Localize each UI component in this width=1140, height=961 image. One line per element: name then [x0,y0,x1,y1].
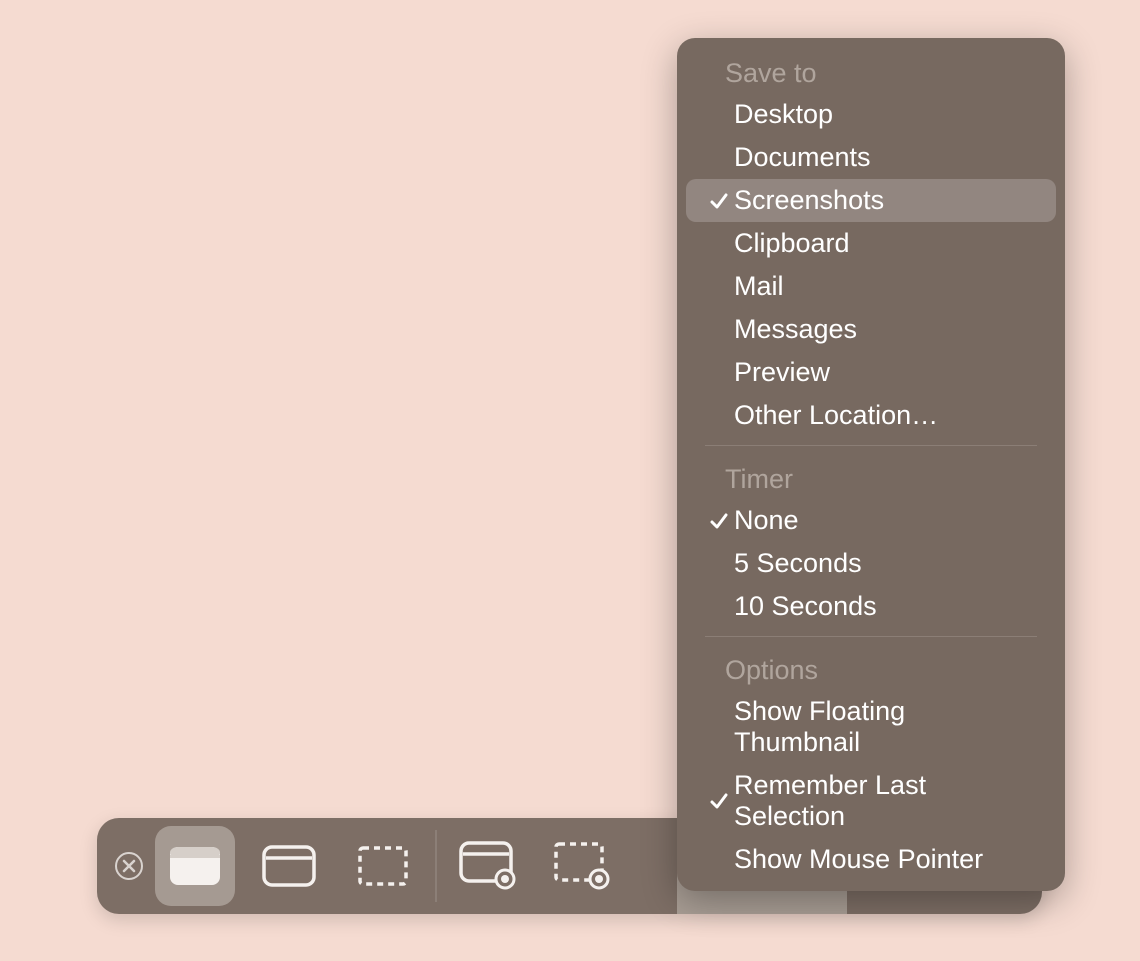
menu-item-label: Other Location… [734,400,1038,431]
capture-window-button[interactable] [249,826,329,906]
menu-item-desktop[interactable]: Desktop [686,93,1056,136]
menu-item-clipboard[interactable]: Clipboard [686,222,1056,265]
record-selection-icon [553,841,613,891]
menu-item-mail[interactable]: Mail [686,265,1056,308]
menu-item-other-location[interactable]: Other Location… [686,394,1056,437]
options-menu: Save to Desktop Documents Screenshots Clipb… [677,38,1065,891]
menu-item-messages[interactable]: Messages [686,308,1056,351]
record-entire-screen-button[interactable] [449,826,529,906]
record-screen-icon [459,841,519,891]
menu-item-label: Clipboard [734,228,1038,259]
menu-divider [705,445,1037,446]
menu-item-label: Messages [734,314,1038,345]
screen-icon [168,845,222,887]
menu-item-5-seconds[interactable]: 5 Seconds [686,542,1056,585]
selection-icon [357,845,409,887]
menu-item-documents[interactable]: Documents [686,136,1056,179]
menu-item-label: Mail [734,271,1038,302]
menu-item-label: Desktop [734,99,1038,130]
check-icon [704,191,734,211]
menu-divider [705,636,1037,637]
close-icon [122,859,136,873]
window-icon [262,845,316,887]
menu-item-10-seconds[interactable]: 10 Seconds [686,585,1056,628]
capture-selection-button[interactable] [343,826,423,906]
record-selection-button[interactable] [543,826,623,906]
menu-item-show-floating-thumbnail[interactable]: Show Floating Thumbnail [686,690,1056,764]
menu-item-label: Screenshots [734,185,1038,216]
menu-item-label: 10 Seconds [734,591,1038,622]
menu-item-label: Show Floating Thumbnail [734,696,1038,758]
menu-item-label: Preview [734,357,1038,388]
menu-header-options: Options [677,645,1065,690]
capture-entire-screen-button[interactable] [155,826,235,906]
menu-header-timer: Timer [677,454,1065,499]
menu-header-save-to: Save to [677,48,1065,93]
menu-item-none[interactable]: None [686,499,1056,542]
menu-item-label: Documents [734,142,1038,173]
record-mode-group [449,826,623,906]
menu-item-label: None [734,505,1038,536]
menu-item-screenshots[interactable]: Screenshots [686,179,1056,222]
close-button[interactable] [115,852,143,880]
menu-item-preview[interactable]: Preview [686,351,1056,394]
capture-mode-group [155,826,423,906]
toolbar-divider [435,830,437,902]
check-icon [704,791,734,811]
menu-item-remember-last-selection[interactable]: Remember Last Selection [686,764,1056,838]
menu-item-label: Remember Last Selection [734,770,1038,832]
menu-item-show-mouse-pointer[interactable]: Show Mouse Pointer [686,838,1056,881]
check-icon [704,511,734,531]
menu-item-label: 5 Seconds [734,548,1038,579]
menu-item-label: Show Mouse Pointer [734,844,1038,875]
